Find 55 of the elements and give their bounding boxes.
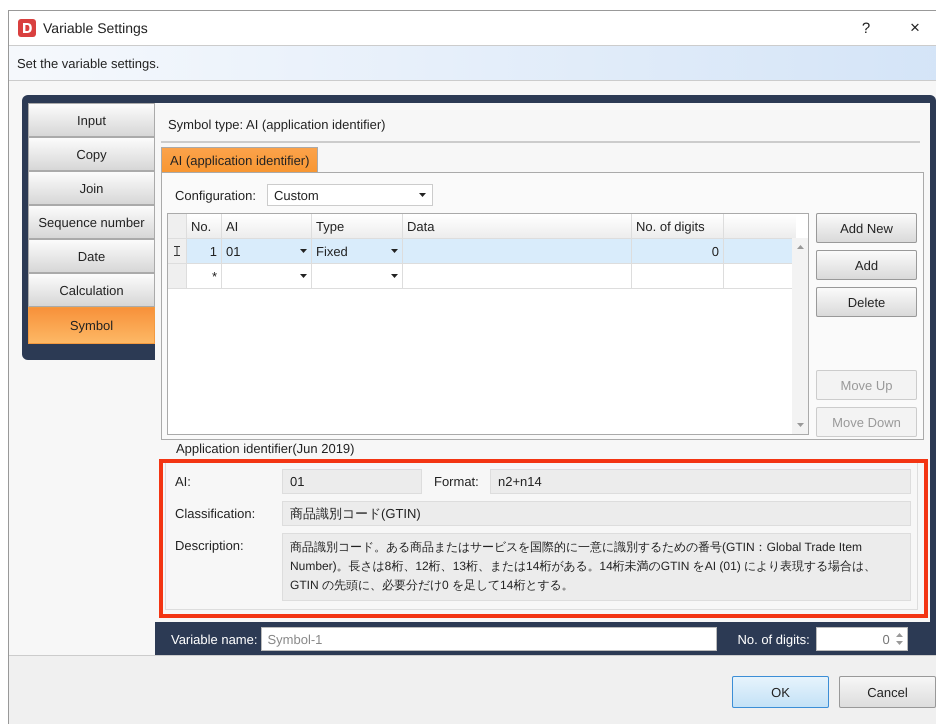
tab[interactable]: AI (application identifier): [161, 147, 318, 172]
format-field: n2+n14: [490, 469, 911, 494]
dialog-button[interactable]: OK: [732, 676, 829, 708]
spin-arrows-icon: [896, 632, 903, 646]
description-field: 商品識別コード。ある商品またはサービスを国際的に一意に識別するための番号(GTIN：Global Trade Item Number)。長さは8桁、12桁、13桁、または14桁がある。14桁未満のGTIN をAI (01) により表現する場合は、GTIN の先頭に、必要分だけ0 を足して14桁とする。: [282, 533, 911, 601]
table-cell[interactable]: 01: [222, 239, 312, 263]
caret-icon: [391, 274, 398, 278]
column-header[interactable]: Type: [312, 214, 403, 238]
column-header[interactable]: AI: [222, 214, 312, 238]
sidebar-item[interactable]: Date: [28, 239, 155, 273]
variable-name-label: Variable name:: [171, 632, 258, 646]
scroll-up-icon[interactable]: [796, 245, 804, 249]
caret-icon: [300, 274, 307, 278]
close-button[interactable]: ×: [894, 13, 936, 43]
group-legend: Application identifier(Jun 2019): [176, 441, 354, 456]
column-header[interactable]: No.: [187, 214, 222, 238]
sidebar-item[interactable]: Symbol: [28, 307, 155, 344]
table-cell[interactable]: Fixed: [312, 239, 403, 263]
action-button[interactable]: Add: [816, 250, 917, 280]
row-header[interactable]: [168, 239, 187, 263]
table-cell: 1: [187, 239, 222, 263]
format-label: Format:: [434, 474, 480, 489]
column-header[interactable]: No. of digits: [632, 214, 724, 238]
sidebar-item[interactable]: Join: [28, 171, 155, 205]
scroll-down-icon[interactable]: [796, 423, 804, 427]
table-cell: *: [187, 264, 222, 288]
action-button[interactable]: Add New: [816, 213, 917, 243]
classification-field: 商品識別コード(GTIN): [282, 501, 911, 526]
sidebar-item[interactable]: Sequence number: [28, 205, 155, 239]
dialog-button[interactable]: Cancel: [839, 676, 936, 708]
window-title: Variable Settings: [43, 20, 149, 36]
variable-name-field[interactable]: Symbol-1: [261, 627, 718, 651]
configuration-dropdown[interactable]: Custom: [266, 184, 433, 206]
caret-icon: [300, 249, 307, 253]
sidebar-item[interactable]: Calculation: [28, 273, 155, 307]
digits-spinner[interactable]: 0: [816, 627, 908, 651]
instruction-text: Set the variable settings.: [17, 56, 160, 70]
action-button[interactable]: Delete: [816, 287, 917, 317]
classification-label: Classification:: [175, 506, 256, 521]
text-cursor-icon: [174, 246, 180, 256]
symbol-type-label: Symbol type: AI (application identifier): [161, 103, 920, 143]
caret-icon: [418, 193, 426, 197]
scrollbar[interactable]: [792, 238, 808, 434]
ai-label: AI:: [175, 474, 192, 489]
ai-field: 01: [282, 469, 422, 494]
help-button[interactable]: ?: [845, 13, 887, 43]
app-icon: [18, 19, 36, 37]
description-label: Description:: [175, 537, 245, 553]
column-header[interactable]: Data: [403, 214, 632, 238]
sidebar-item[interactable]: Input: [28, 103, 155, 137]
digits-label: No. of digits:: [737, 632, 810, 646]
caret-icon: [391, 249, 398, 253]
table-cell: 0: [632, 239, 724, 263]
sidebar-item[interactable]: Copy: [28, 137, 155, 171]
configuration-label: Configuration:: [175, 188, 256, 202]
